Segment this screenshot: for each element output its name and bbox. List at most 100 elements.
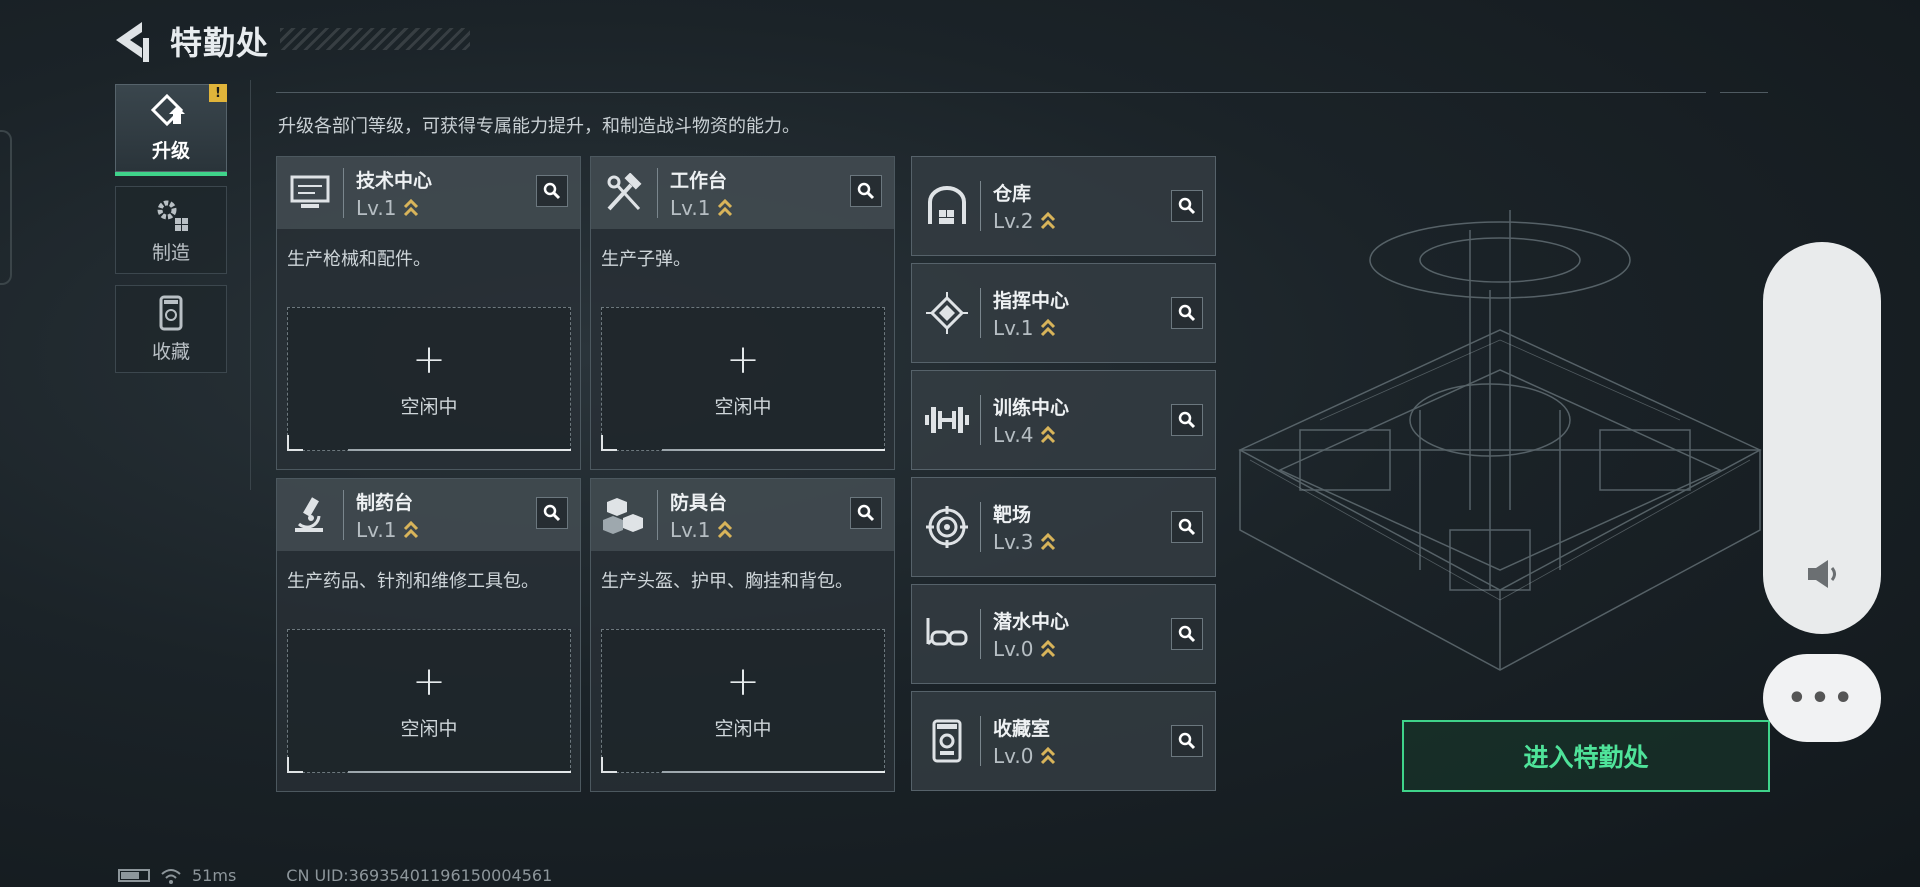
ping-value: 51ms — [192, 866, 237, 885]
side-panel-handle[interactable] — [1763, 242, 1881, 634]
gears-icon — [157, 200, 188, 231]
facility-card-command-center[interactable]: 指挥中心 Lv.1 — [911, 263, 1216, 363]
inspect-button[interactable] — [536, 175, 568, 207]
facility-card-collection-room[interactable]: 收藏室 Lv.0 — [911, 691, 1216, 791]
plus-icon: + — [412, 336, 446, 383]
search-icon — [1178, 304, 1196, 322]
target-icon — [924, 504, 970, 550]
rank-chevron-icon — [717, 198, 732, 217]
inspect-button[interactable] — [1171, 618, 1203, 650]
production-slot[interactable]: + 空闲中 — [601, 629, 885, 773]
workstation-description: 生产头盔、护甲、胸挂和背包。 — [601, 571, 853, 592]
inspect-button[interactable] — [850, 497, 882, 529]
search-icon — [857, 504, 875, 522]
inspect-button[interactable] — [536, 497, 568, 529]
dumbbell-icon — [924, 397, 970, 443]
tools-icon — [601, 170, 647, 216]
chip-icon — [924, 290, 970, 336]
search-icon — [857, 182, 875, 200]
workstation-name: 制药台 — [356, 492, 414, 514]
rank-chevron-icon — [1040, 211, 1055, 230]
production-slot[interactable]: + 空闲中 — [287, 307, 571, 451]
header-divider-end — [1720, 92, 1768, 93]
inspect-button[interactable] — [850, 175, 882, 207]
wifi-icon — [161, 868, 181, 884]
page-description: 升级各部门等级，可获得专属能力提升，和制造战斗物资的能力。 — [278, 116, 800, 137]
search-icon — [1178, 732, 1196, 750]
facility-level: Lv.0 — [993, 637, 1034, 661]
more-options-button[interactable]: ••• — [1763, 654, 1881, 742]
search-icon — [1178, 411, 1196, 429]
search-icon — [543, 504, 561, 522]
nav-label: 制造 — [151, 241, 190, 264]
workstation-level: Lv.1 — [670, 196, 711, 220]
trophy-case-icon — [924, 718, 970, 764]
inspect-button[interactable] — [1171, 404, 1203, 436]
workstation-level: Lv.1 — [356, 196, 397, 220]
search-icon — [1178, 197, 1196, 215]
nav-item-manufacture[interactable]: 制造 — [115, 186, 227, 274]
inspect-button[interactable] — [1171, 190, 1203, 222]
rank-chevron-icon — [403, 520, 418, 539]
rank-chevron-icon — [717, 520, 732, 539]
search-icon — [543, 182, 561, 200]
facility-card-shooting-range[interactable]: 靶场 Lv.3 — [911, 477, 1216, 577]
base-hologram — [1220, 150, 1780, 710]
rank-chevron-icon — [1040, 425, 1055, 444]
facility-name: 靶场 — [993, 504, 1032, 526]
collection-icon — [159, 295, 183, 330]
microscope-icon — [287, 492, 333, 538]
facility-card-diving-center[interactable]: 潜水中心 Lv.0 — [911, 584, 1216, 684]
battery-icon — [118, 869, 150, 882]
inspect-button[interactable] — [1171, 297, 1203, 329]
inspect-button[interactable] — [1171, 511, 1203, 543]
warning-badge: ! — [209, 84, 227, 102]
rank-chevron-icon — [1040, 639, 1055, 658]
workstation-description: 生产子弹。 — [601, 249, 691, 270]
upgrade-icon — [151, 93, 185, 126]
facility-name: 仓库 — [993, 183, 1032, 205]
workstation-description: 生产药品、针剂和维修工具包。 — [287, 571, 539, 592]
plus-icon: + — [726, 336, 760, 383]
enter-special-ops-button[interactable]: 进入特勤处 — [1402, 720, 1770, 792]
facility-level: Lv.1 — [993, 316, 1034, 340]
rank-chevron-icon — [1040, 318, 1055, 337]
facility-card-warehouse[interactable]: 仓库 Lv.2 — [911, 156, 1216, 256]
title-decoration — [280, 28, 470, 50]
workstation-name: 防具台 — [670, 492, 728, 514]
monitor-icon — [287, 170, 333, 216]
more-dots-icon: ••• — [1787, 680, 1857, 716]
workstation-level: Lv.1 — [670, 518, 711, 542]
facility-name: 指挥中心 — [993, 290, 1070, 312]
production-slot[interactable]: + 空闲中 — [287, 629, 571, 773]
diving-mask-icon — [924, 611, 970, 657]
status-bar: 51ms CN UID:36935401196150004561 — [118, 866, 552, 885]
production-slot[interactable]: + 空闲中 — [601, 307, 885, 451]
header-divider — [276, 92, 1706, 93]
facility-name: 潜水中心 — [993, 611, 1070, 633]
nav-item-collection[interactable]: 收藏 — [115, 285, 227, 373]
facility-level: Lv.0 — [993, 744, 1034, 768]
inspect-button[interactable] — [1171, 725, 1203, 757]
slot-status: 空闲中 — [400, 395, 458, 418]
facility-card-training-center[interactable]: 训练中心 Lv.4 — [911, 370, 1216, 470]
slot-status: 空闲中 — [400, 717, 458, 740]
facility-name: 收藏室 — [993, 718, 1051, 740]
plus-icon: + — [726, 658, 760, 705]
nav-divider — [250, 80, 251, 490]
plus-icon: + — [412, 658, 446, 705]
workstation-card-tech-center: 技术中心 Lv.1 生产枪械和配件。 + 空闲中 — [276, 156, 581, 470]
facility-level: Lv.3 — [993, 530, 1034, 554]
nav-label: 升级 — [151, 139, 190, 162]
workstation-card-workbench: 工作台 Lv.1 生产子弹。 + 空闲中 — [590, 156, 895, 470]
search-icon — [1178, 625, 1196, 643]
nav-item-upgrade[interactable]: ! 升级 — [115, 84, 227, 176]
workstation-level: Lv.1 — [356, 518, 397, 542]
edge-handle[interactable] — [0, 130, 12, 285]
workstation-name: 技术中心 — [356, 170, 433, 192]
slot-status: 空闲中 — [714, 717, 772, 740]
warehouse-icon — [924, 183, 970, 229]
back-button[interactable] — [112, 18, 152, 62]
facility-name: 训练中心 — [993, 397, 1070, 419]
cubes-icon — [601, 492, 647, 538]
